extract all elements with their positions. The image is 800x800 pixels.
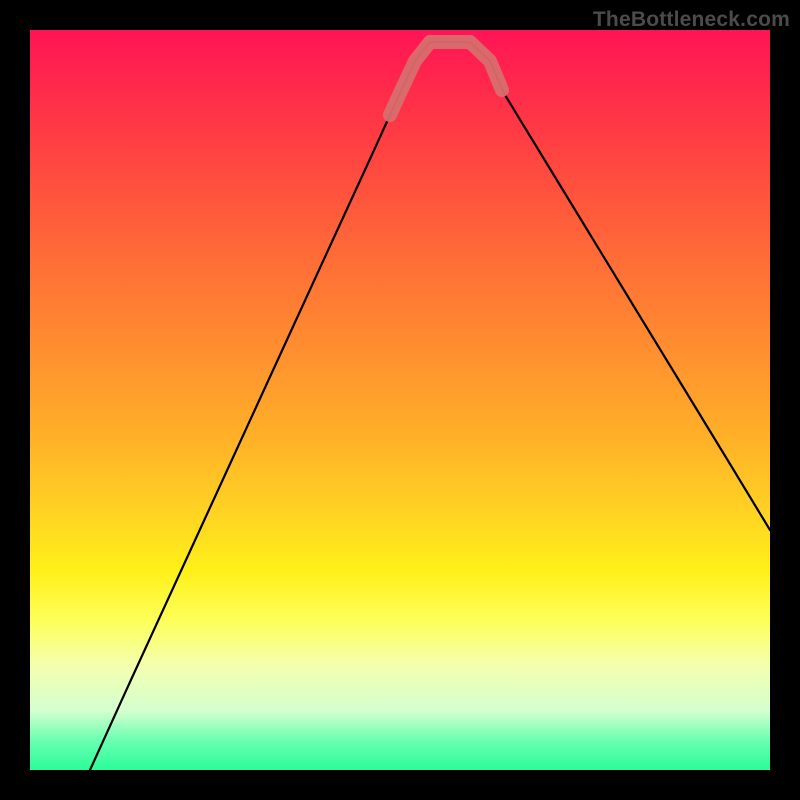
black-curve (90, 42, 770, 770)
chart-stage: TheBottleneck.com (0, 0, 800, 800)
plot-area (30, 30, 770, 770)
chart-svg (30, 30, 770, 770)
highlight-band (390, 42, 502, 115)
watermark-text: TheBottleneck.com (593, 8, 790, 32)
